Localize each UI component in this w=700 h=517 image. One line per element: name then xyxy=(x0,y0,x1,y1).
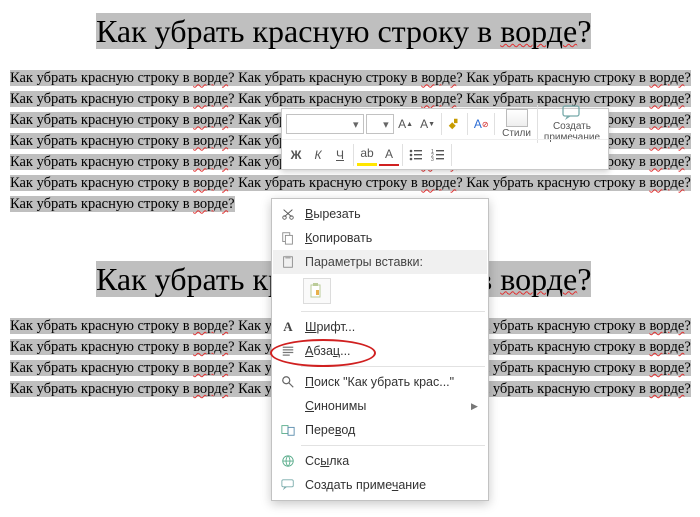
link-icon xyxy=(277,454,299,468)
menu-smart-lookup-label: Поиск "Как убрать крас..." xyxy=(299,375,481,389)
format-painter-icon[interactable] xyxy=(444,113,464,135)
menu-font-label: Шрифт... xyxy=(299,320,481,334)
menu-cut[interactable]: Вырезать xyxy=(273,202,487,226)
menu-link-label: Ссылка xyxy=(299,454,481,468)
comment-icon xyxy=(562,105,582,121)
paragraph-icon xyxy=(277,344,299,358)
menu-synonyms-label: Синонимы xyxy=(299,399,471,413)
font-icon: A xyxy=(277,319,299,335)
increase-font-icon[interactable]: A▲ xyxy=(396,113,416,135)
translate-icon xyxy=(277,423,299,437)
menu-translate-label: Перевод xyxy=(299,423,481,437)
menu-translate[interactable]: Перевод xyxy=(273,418,487,442)
new-comment-button[interactable]: Создать примечание xyxy=(537,105,604,143)
font-color-button[interactable]: A xyxy=(379,144,399,166)
scissors-icon xyxy=(277,207,299,221)
menu-synonyms[interactable]: Синонимы ▶ xyxy=(273,394,487,418)
menu-link[interactable]: Ссылка xyxy=(273,449,487,473)
comment-icon xyxy=(277,478,299,492)
heading-1-wrap: Как убрать красную строку в ворде? xyxy=(96,12,690,50)
menu-paste-options-label: Параметры вставки: xyxy=(273,250,487,274)
underline-button[interactable]: Ч xyxy=(330,144,350,166)
heading-1[interactable]: Как убрать красную строку в ворде? xyxy=(96,13,591,49)
menu-smart-lookup[interactable]: Поиск "Как убрать крас..." xyxy=(273,370,487,394)
decrease-font-icon[interactable]: A▼ xyxy=(418,113,438,135)
numbering-button[interactable]: 123 xyxy=(428,144,448,166)
bullets-button[interactable] xyxy=(406,144,426,166)
menu-paragraph[interactable]: Абзац... xyxy=(273,339,487,363)
svg-text:3: 3 xyxy=(431,157,434,161)
clipboard-icon xyxy=(277,255,299,269)
highlight-color-button[interactable]: ab xyxy=(357,144,377,166)
styles-button[interactable]: Стили xyxy=(498,109,535,139)
menu-copy-label: Копировать xyxy=(299,231,481,245)
mini-toolbar: ▾ ▾ A▲ A▼ A⊘ Стили Создать примечание Ж … xyxy=(281,108,609,170)
menu-font[interactable]: A Шрифт... xyxy=(273,315,487,339)
paste-options-row xyxy=(273,274,487,308)
submenu-arrow-icon: ▶ xyxy=(471,401,481,412)
paste-keep-formatting-button[interactable] xyxy=(303,278,331,304)
italic-button[interactable]: К xyxy=(308,144,328,166)
bold-button[interactable]: Ж xyxy=(286,144,306,166)
context-menu: Вырезать Копировать Параметры вставки: A… xyxy=(271,198,489,501)
menu-paragraph-label: Абзац... xyxy=(299,344,481,358)
menu-new-comment-label: Создать примечание xyxy=(299,478,481,492)
clear-format-icon[interactable]: A⊘ xyxy=(471,113,491,135)
copy-icon xyxy=(277,231,299,245)
font-size-dropdown[interactable]: ▾ xyxy=(366,114,394,134)
font-family-dropdown[interactable]: ▾ xyxy=(286,114,364,134)
menu-cut-label: Вырезать xyxy=(299,207,481,221)
search-icon xyxy=(277,375,299,389)
menu-new-comment[interactable]: Создать примечание xyxy=(273,473,487,497)
menu-copy[interactable]: Копировать xyxy=(273,226,487,250)
